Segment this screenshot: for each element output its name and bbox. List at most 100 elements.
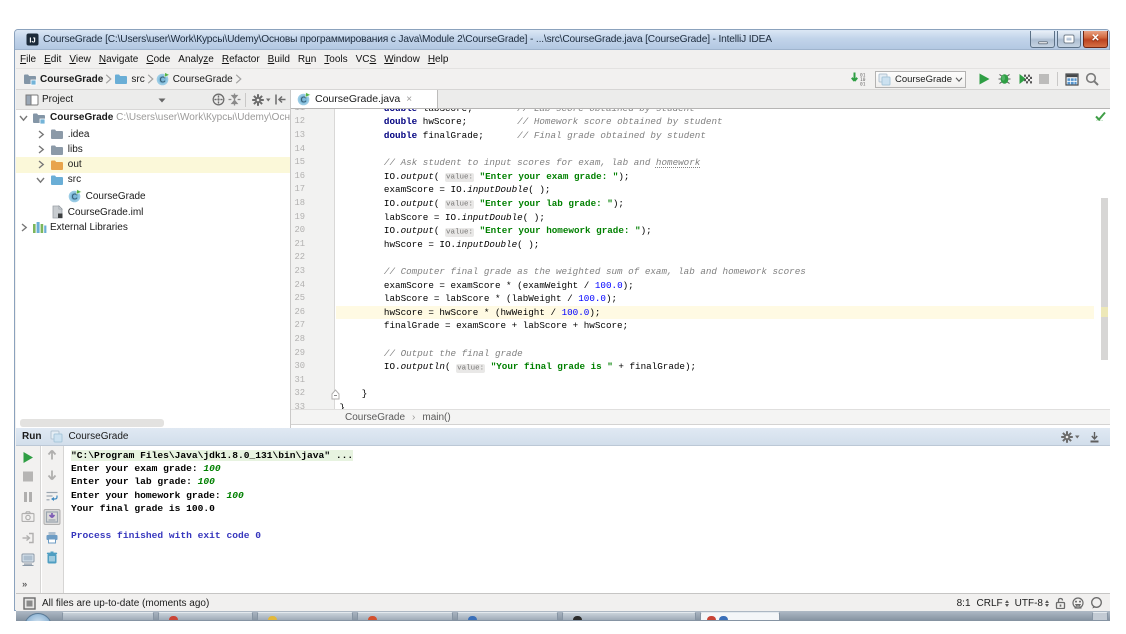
project-panel-header[interactable]: Project <box>16 90 290 110</box>
run-console[interactable]: "C:\Program Files\Java\jdk1.8.0_131\bin\… <box>65 446 1110 593</box>
toolwindow-toggle-icon[interactable] <box>23 597 36 610</box>
run-with-coverage-button[interactable] <box>1018 72 1032 86</box>
console-out-text: Your final grade is 100.0 <box>71 503 215 514</box>
down-stacktrace-button[interactable] <box>47 469 58 481</box>
caret-position-widget[interactable]: 8:1 <box>957 598 971 609</box>
project-views-caret-icon[interactable] <box>158 98 166 103</box>
menu-refactor[interactable]: Refactor <box>218 54 264 65</box>
menu-vcs[interactable]: VCS <box>352 54 381 65</box>
hide-panel-icon[interactable] <box>274 93 287 106</box>
hector-highlighting-icon[interactable] <box>1072 597 1084 610</box>
tree-item-coursegrade-iml[interactable]: CourseGrade.iml <box>16 205 290 221</box>
taskbar-button[interactable] <box>62 612 154 621</box>
run-panel-header[interactable]: Run CourseGrade <box>16 428 1110 446</box>
nav-crumb-src[interactable]: src <box>114 72 144 86</box>
code-editor[interactable]: 1112131415161718192021222324252627282930… <box>291 109 1110 409</box>
menu-analyze[interactable]: Analyze <box>174 54 218 65</box>
rerun-button[interactable] <box>22 451 34 464</box>
tree-item-libs[interactable]: libs <box>16 142 290 158</box>
line-separator-widget[interactable]: CRLF <box>977 598 1009 609</box>
breadcrumb-CourseGrade[interactable]: CourseGrade <box>345 412 405 423</box>
up-stacktrace-button[interactable] <box>47 449 58 461</box>
menu-edit[interactable]: Edit <box>40 54 65 65</box>
run-tab-coursegrade[interactable]: CourseGrade <box>50 430 128 443</box>
update-with-digits-icon[interactable]: 011001 <box>851 72 868 86</box>
start-orb[interactable] <box>24 613 52 621</box>
stop-button[interactable] <box>1038 73 1050 85</box>
chevron-right-icon[interactable] <box>37 145 45 154</box>
taskbar-button[interactable] <box>457 612 558 621</box>
folder-blue-icon <box>114 72 128 86</box>
chevron-right-icon[interactable] <box>37 160 45 169</box>
inspection-ok-icon[interactable] <box>1095 111 1106 121</box>
show-desktop-button[interactable] <box>1092 612 1108 621</box>
menu-view[interactable]: View <box>65 54 95 65</box>
thread-dump-icon[interactable] <box>21 511 34 522</box>
taskbar-button[interactable] <box>562 612 696 621</box>
exit-icon[interactable] <box>22 532 34 544</box>
run-settings-gear-icon[interactable] <box>1060 430 1080 444</box>
line-number: 26 <box>291 306 305 320</box>
windows-taskbar[interactable] <box>16 611 1110 621</box>
scroll-to-end-toggle[interactable] <box>44 509 61 525</box>
menu-tools[interactable]: Tools <box>320 54 351 65</box>
menu-navigate[interactable]: Navigate <box>95 54 142 65</box>
run-configuration-select[interactable]: CourseGrade <box>875 71 966 88</box>
nav-crumb-coursegrade[interactable]: CCourseGrade <box>156 72 233 86</box>
taskbar-button[interactable] <box>158 612 253 621</box>
show-console-icon[interactable] <box>21 553 35 566</box>
project-tree-hscrollbar[interactable] <box>20 419 164 427</box>
title-bar[interactable]: IJ CourseGrade [C:\Users\user\Work\Курсы… <box>15 30 1109 50</box>
chevron-down-icon[interactable] <box>19 114 28 122</box>
menu-run[interactable]: Run <box>294 54 320 65</box>
minimize-button[interactable] <box>1030 31 1055 48</box>
close-button[interactable]: ✕ <box>1083 31 1108 48</box>
fold-marker-icon[interactable] <box>331 389 340 400</box>
tab-coursegrade-java[interactable]: C CourseGrade.java × <box>291 90 438 108</box>
nav-crumb-coursegrade[interactable]: CourseGrade <box>23 72 103 86</box>
pause-output-button[interactable] <box>23 491 33 503</box>
clear-all-icon[interactable] <box>46 551 58 564</box>
soft-wrap-toggle[interactable] <box>46 490 59 502</box>
project-structure-icon[interactable] <box>1065 73 1079 86</box>
menu-code[interactable]: Code <box>142 54 174 65</box>
chevron-right-icon[interactable] <box>37 130 45 139</box>
breadcrumb-main[interactable]: main() <box>422 412 450 423</box>
stop-process-button[interactable] <box>22 471 33 482</box>
run-button[interactable] <box>977 72 991 86</box>
collapse-all-icon[interactable] <box>228 93 241 106</box>
tree-label: CourseGrade.iml <box>68 207 144 218</box>
tree-item-out[interactable]: out <box>16 157 290 173</box>
hide-run-panel-icon[interactable] <box>1089 431 1100 443</box>
gear-icon[interactable] <box>251 93 271 107</box>
maximize-button[interactable] <box>1057 31 1081 48</box>
menu-help[interactable]: Help <box>424 54 453 65</box>
tree-item-coursegrade[interactable]: CourseGrade C:\Users\user\Work\Курсы\Ude… <box>16 110 290 126</box>
tree-item-src[interactable]: src <box>16 172 290 188</box>
chevron-right-icon[interactable] <box>20 223 28 232</box>
debug-button[interactable] <box>997 72 1012 86</box>
taskbar-button[interactable] <box>700 612 780 621</box>
tree-label: CourseGrade <box>50 112 113 123</box>
tree-item--idea[interactable]: .idea <box>16 127 290 143</box>
tab-close-icon[interactable]: × <box>406 94 412 105</box>
tree-item-external-libraries[interactable]: External Libraries <box>16 220 290 236</box>
chevron-down-icon[interactable] <box>36 176 45 184</box>
console-line: "C:\Program Files\Java\jdk1.8.0_131\bin\… <box>71 449 353 462</box>
lock-open-icon[interactable] <box>1055 597 1066 609</box>
editor-scrollbar[interactable] <box>1101 198 1108 360</box>
folder-blue-icon <box>50 173 64 187</box>
print-console-icon[interactable] <box>46 531 59 544</box>
more-tools-icon[interactable]: » <box>22 579 34 588</box>
search-everywhere-icon[interactable] <box>1085 72 1099 86</box>
encoding-widget[interactable]: UTF-8 <box>1015 598 1049 609</box>
event-log-bubble-icon[interactable] <box>1090 597 1103 609</box>
taskbar-button[interactable] <box>257 612 353 621</box>
menu-window[interactable]: Window <box>380 54 424 65</box>
taskbar-button[interactable] <box>357 612 453 621</box>
tree-item-coursegrade[interactable]: CCourseGrade <box>16 189 290 205</box>
menu-file[interactable]: File <box>16 54 40 65</box>
menu-build[interactable]: Build <box>264 54 294 65</box>
locate-icon[interactable] <box>212 93 225 106</box>
maximize-icon <box>1065 36 1074 43</box>
